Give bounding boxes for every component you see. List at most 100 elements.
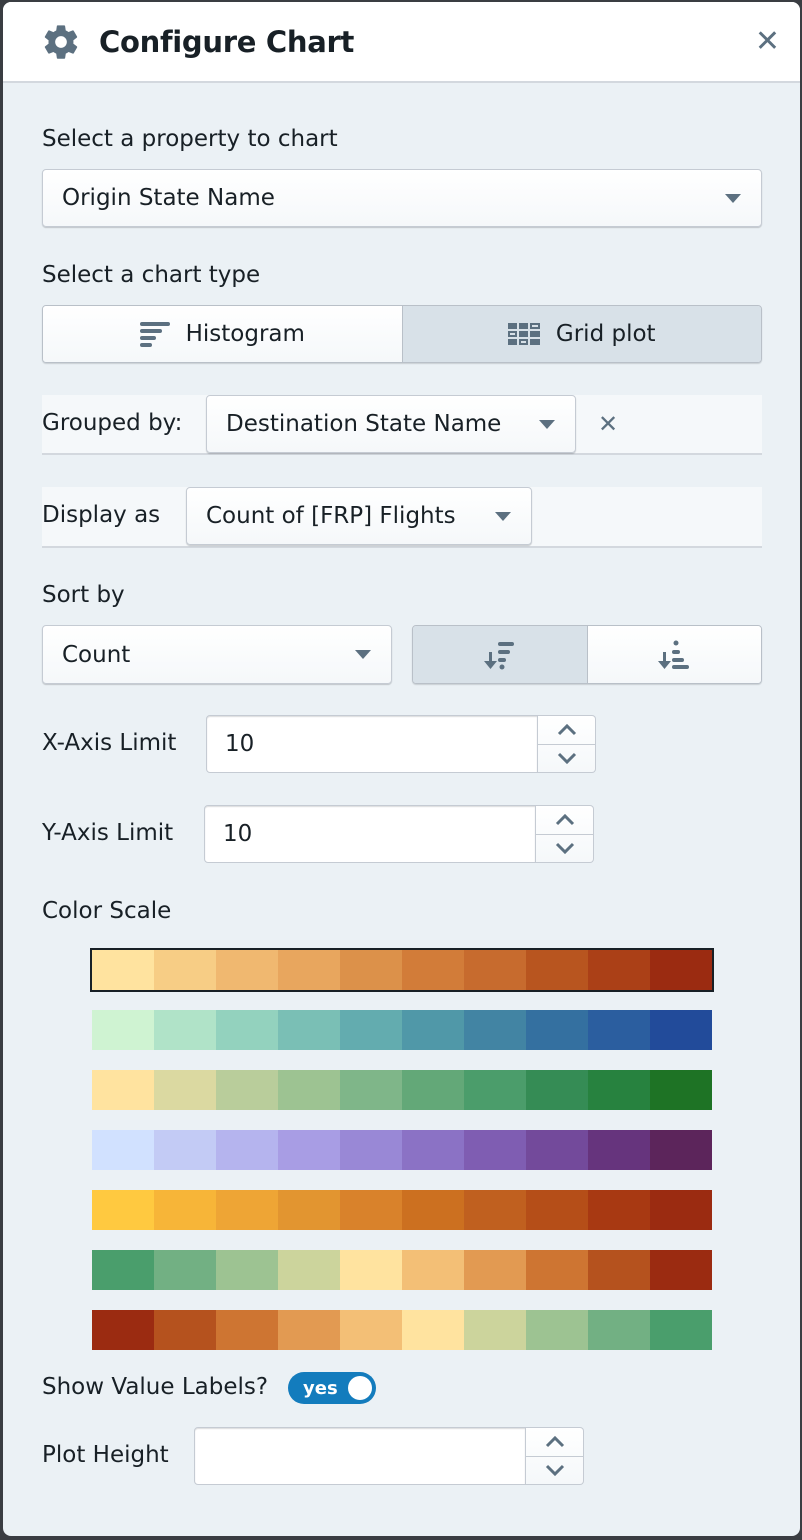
chart-type-histogram-button[interactable]: Histogram: [43, 306, 402, 362]
caret-down-icon: [355, 650, 371, 659]
property-select[interactable]: Origin State Name: [42, 169, 762, 227]
grouped-by-label: Grouped by:: [42, 410, 183, 436]
color-swatch: [464, 1250, 526, 1290]
property-select-value: Origin State Name: [62, 185, 275, 211]
histogram-icon: [139, 321, 170, 347]
sort-descending-icon: [483, 640, 516, 670]
x-axis-increment-button[interactable]: [538, 716, 595, 744]
chevron-up-icon: [545, 1435, 564, 1447]
plot-height-numeric: [194, 1427, 584, 1485]
color-swatch: [526, 1070, 588, 1110]
color-swatch: [588, 1190, 650, 1230]
color-swatch: [526, 1130, 588, 1170]
color-scale-option[interactable]: [92, 1130, 712, 1170]
color-scale-option[interactable]: [92, 1190, 712, 1230]
y-axis-decrement-button[interactable]: [536, 833, 593, 863]
sort-descending-button[interactable]: [413, 626, 587, 683]
color-swatch: [526, 950, 588, 990]
y-axis-limit-label: Y-Axis Limit: [42, 820, 174, 846]
color-swatch: [216, 950, 278, 990]
y-axis-limit-input[interactable]: 10: [204, 805, 536, 863]
color-scale-option[interactable]: [92, 1010, 712, 1050]
color-swatch: [402, 1250, 464, 1290]
y-axis-increment-button[interactable]: [536, 806, 593, 834]
color-scale-option[interactable]: [90, 948, 714, 992]
remove-grouping-button[interactable]: ✕: [598, 410, 618, 438]
color-swatch: [464, 1070, 526, 1110]
color-swatch: [154, 1250, 216, 1290]
x-axis-limit-numeric: 10: [206, 715, 596, 773]
caret-down-icon: [539, 419, 555, 429]
plot-height-input[interactable]: [194, 1427, 526, 1485]
chart-type-segmented: Histogram Grid plot: [42, 305, 762, 363]
color-swatch: [216, 1250, 278, 1290]
y-axis-limit-numeric: 10: [204, 805, 594, 863]
color-swatch: [92, 1010, 154, 1050]
color-swatch: [526, 1010, 588, 1050]
color-scale-option[interactable]: [92, 1310, 712, 1350]
color-swatch: [216, 1310, 278, 1350]
caret-down-icon: [495, 511, 511, 521]
chevron-down-icon: [545, 1465, 564, 1477]
color-swatch: [650, 1010, 712, 1050]
x-axis-decrement-button[interactable]: [538, 743, 595, 773]
color-swatch: [340, 1130, 402, 1170]
color-swatch: [650, 1310, 712, 1350]
chart-type-grid-plot-button[interactable]: Grid plot: [401, 306, 761, 362]
color-scale-label: Color Scale: [42, 898, 172, 924]
color-swatch: [650, 1130, 712, 1170]
color-scale-option[interactable]: [92, 1070, 712, 1110]
color-swatch: [402, 1310, 464, 1350]
x-axis-limit-input[interactable]: 10: [206, 715, 538, 773]
caret-down-icon: [725, 193, 741, 203]
color-swatch: [216, 1010, 278, 1050]
x-axis-limit-label: X-Axis Limit: [42, 730, 177, 756]
color-swatch: [464, 1190, 526, 1230]
color-swatch: [154, 1010, 216, 1050]
plot-height-decrement-button[interactable]: [526, 1455, 583, 1485]
color-swatch: [154, 1310, 216, 1350]
color-swatch: [650, 1250, 712, 1290]
color-swatch: [216, 1190, 278, 1230]
color-swatch: [588, 1130, 650, 1170]
color-swatch: [588, 1310, 650, 1350]
color-swatch: [278, 950, 340, 990]
color-swatch: [650, 1190, 712, 1230]
color-swatch: [526, 1190, 588, 1230]
color-swatch: [464, 1010, 526, 1050]
color-swatch: [92, 1130, 154, 1170]
color-swatch: [588, 1010, 650, 1050]
sort-by-select[interactable]: Count: [42, 625, 392, 684]
color-swatch: [92, 950, 154, 990]
sort-ascending-button[interactable]: [586, 626, 761, 683]
color-swatch: [340, 1190, 402, 1230]
color-swatch: [650, 950, 712, 990]
grouped-by-select[interactable]: Destination State Name: [206, 395, 576, 453]
sort-by-value: Count: [62, 641, 131, 668]
color-swatch: [650, 1070, 712, 1110]
sort-by-label: Sort by: [42, 582, 125, 608]
color-swatch: [154, 1070, 216, 1110]
display-as-select[interactable]: Count of [FRP] Flights: [186, 487, 532, 545]
color-swatch: [92, 1310, 154, 1350]
color-swatch: [340, 1010, 402, 1050]
chevron-down-icon: [557, 753, 576, 765]
grid-plot-icon: [507, 323, 540, 345]
close-icon[interactable]: ✕: [755, 26, 780, 57]
color-swatch: [278, 1130, 340, 1170]
color-swatch: [526, 1310, 588, 1350]
color-swatch: [402, 1010, 464, 1050]
grouped-by-value: Destination State Name: [226, 411, 502, 437]
show-value-labels-toggle[interactable]: yes: [288, 1372, 376, 1404]
dialog-header: Configure Chart ✕: [3, 2, 800, 83]
display-as-label: Display as: [42, 502, 161, 528]
color-scale-option[interactable]: [92, 1250, 712, 1290]
chevron-down-icon: [555, 843, 574, 855]
plot-height-increment-button[interactable]: [526, 1428, 583, 1456]
color-swatch: [464, 950, 526, 990]
color-swatch: [154, 1130, 216, 1170]
color-swatch: [340, 1070, 402, 1110]
toggle-state-text: yes: [303, 1377, 338, 1399]
color-swatch: [402, 1190, 464, 1230]
sort-ascending-icon: [658, 640, 690, 670]
